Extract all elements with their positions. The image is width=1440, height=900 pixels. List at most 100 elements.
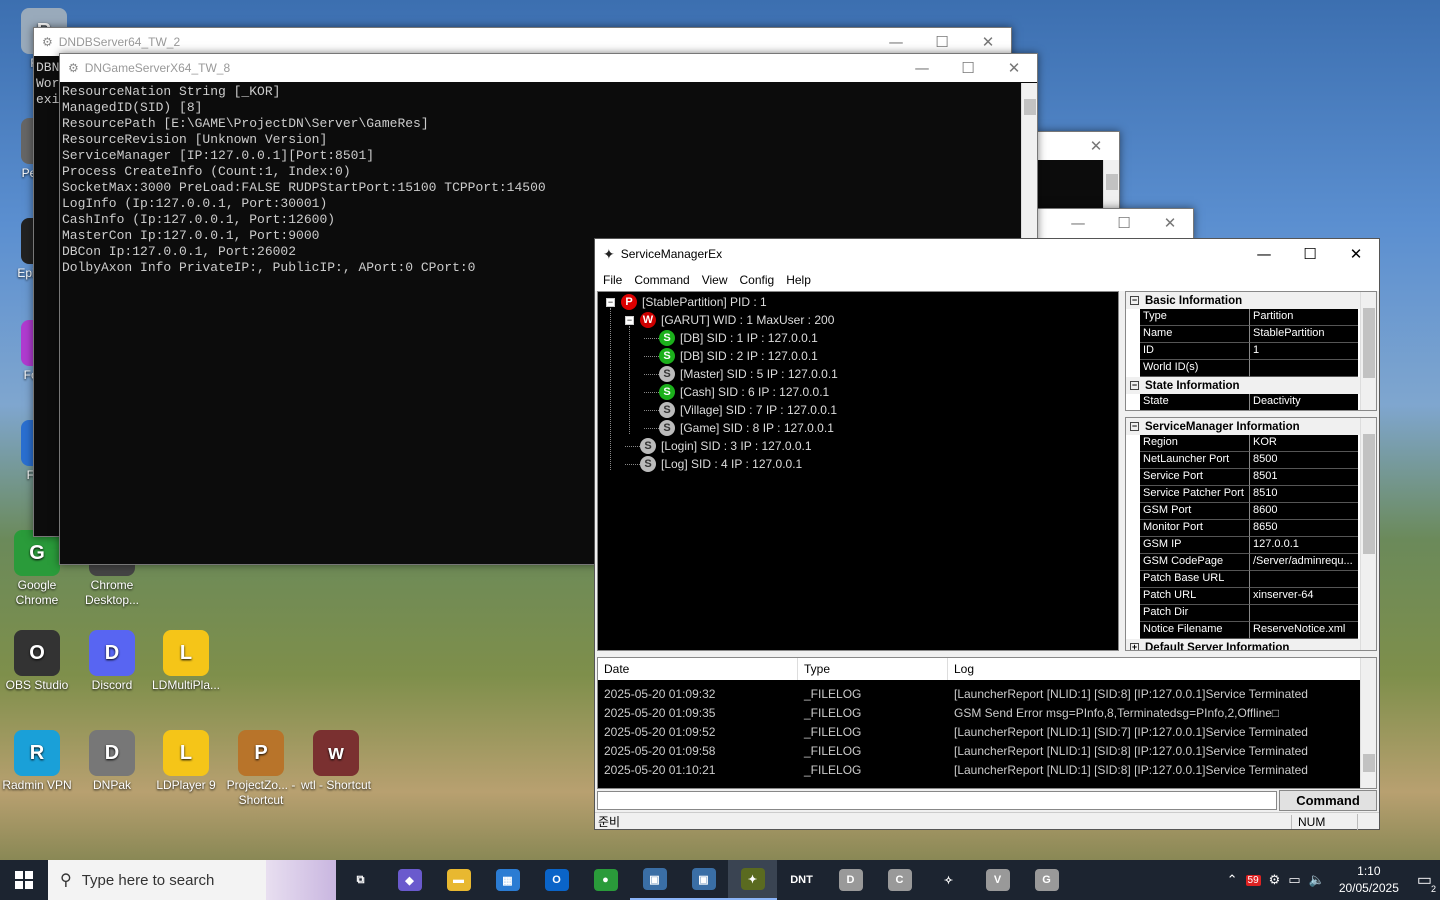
property-row[interactable]: GSM Port 8600 [1140,503,1376,520]
maximize-button[interactable]: ☐ [945,54,991,82]
property-value[interactable]: 127.0.0.1 [1250,537,1358,554]
desktop-icon[interactable]: D DNPak [76,730,148,793]
property-row[interactable]: GSM CodePage/Server/adminrequ... [1140,554,1376,571]
grid-scrollbar[interactable] [1360,292,1376,410]
property-row[interactable]: Name StablePartition [1140,326,1376,343]
tree-node[interactable]: S [Game] SID : 8 IP : 127.0.0.1 [644,419,834,437]
tray-app-icon[interactable]: ⚙ [1269,872,1281,888]
property-row[interactable]: Patch URL xinserver-64 [1140,588,1376,605]
menu-view[interactable]: View [696,273,734,287]
col-date[interactable]: Date [598,658,798,680]
tree-node[interactable]: S [DB] SID : 2 IP : 127.0.0.1 [644,347,818,365]
clock[interactable]: 1:10 20/05/2025 [1339,863,1399,897]
property-value[interactable] [1250,360,1358,377]
console-app-2-taskbar-button[interactable]: ▣ [679,860,728,900]
volume-icon[interactable]: 🔈 [1309,872,1325,888]
close-button[interactable]: ✕ [965,28,1011,56]
grid-scrollbar[interactable] [1360,418,1376,650]
log-row[interactable]: 2025-05-20 01:09:52 _FILELOG [LauncherRepo… [598,722,1376,741]
category-basic-information[interactable]: − Basic Information [1126,292,1376,309]
property-row[interactable]: World ID(s) [1140,360,1376,377]
tree-node[interactable]: − P [StablePartition] PID : 1 [606,293,767,311]
log-table[interactable]: Date Type Log 2025-05-20 01:09:32 _FILELO… [597,657,1377,789]
start-button[interactable] [0,860,48,900]
tray-badge[interactable]: 59 [1245,874,1261,886]
collapse-toggle[interactable]: − [625,315,634,325]
servicemanager-info-grid[interactable]: − ServiceManager Information Region KOR Net… [1125,417,1377,651]
log-row[interactable]: 2025-05-20 01:09:58 _FILELOG [LauncherRepo… [598,741,1376,760]
chrome-taskbar-button[interactable]: ● [581,860,630,900]
property-row[interactable]: Region KOR [1140,435,1376,452]
tree-node[interactable]: S [Master] SID : 5 IP : 127.0.0.1 [644,365,838,383]
desktop-icon[interactable]: L LDPlayer 9 [150,730,222,793]
col-log[interactable]: Log [948,658,1376,680]
minimize-button[interactable]: — [873,28,919,56]
close-button[interactable]: ✕ [1073,132,1119,160]
desktop-icon[interactable]: D Discord [76,630,148,693]
maximize-button[interactable]: ☐ [1287,240,1333,268]
servicemanager-taskbar-button[interactable]: ✦ [728,860,777,900]
desktop-icon[interactable]: w wtl - Shortcut [300,730,372,793]
category-servicemanager-information[interactable]: − ServiceManager Information [1126,418,1376,435]
console-app-taskbar-button[interactable]: ▣ [630,860,679,900]
basic-info-grid[interactable]: − Basic Information Type Partition Name Stab… [1125,291,1377,411]
tree-node[interactable]: S [Village] SID : 7 IP : 127.0.0.1 [644,401,837,419]
property-row[interactable]: Service Patcher Port 8510 [1140,486,1376,503]
db-server-titlebar[interactable]: ⚙ DNDBServer64_TW_2 — ☐ ✕ [34,28,1011,56]
col-type[interactable]: Type [798,658,948,680]
tree-node[interactable]: S [Cash] SID : 6 IP : 127.0.0.1 [644,383,829,401]
property-value[interactable]: Partition [1250,309,1358,326]
desktop-icon[interactable]: R Radmin VPN [1,730,73,793]
game-server-titlebar[interactable]: ⚙ DNGameServerX64_TW_8 — ☐ ✕ [60,54,1037,82]
chevron-up-icon[interactable]: ⌃ [1227,872,1238,888]
close-button[interactable]: ✕ [1147,209,1193,237]
property-value[interactable]: ReserveNotice.xml [1250,622,1358,639]
property-value[interactable] [1250,571,1358,588]
menu-command[interactable]: Command [628,273,695,287]
collapse-toggle[interactable]: − [606,297,615,307]
tree-node[interactable]: − W [GARUT] WID : 1 MaxUser : 200 [625,311,834,329]
close-button[interactable]: ✕ [991,54,1037,82]
property-value[interactable] [1250,605,1358,622]
property-value[interactable]: 8650 [1250,520,1358,537]
desktop-icon[interactable]: O OBS Studio [1,630,73,693]
tree-node[interactable]: S [Log] SID : 4 IP : 127.0.0.1 [625,455,802,473]
tree-node[interactable]: S [DB] SID : 1 IP : 127.0.0.1 [644,329,818,347]
dnt-taskbar-button[interactable]: DNT [777,860,826,900]
desktop-icon[interactable]: L LDMultiPla... [150,630,222,693]
background-window-2[interactable]: — ☐ ✕ [1036,208,1194,242]
property-value[interactable]: StablePartition [1250,326,1358,343]
property-row[interactable]: NetLauncher Port 8500 [1140,452,1376,469]
property-row[interactable]: Patch Dir [1140,605,1376,622]
v-app-taskbar-button[interactable]: V [973,860,1022,900]
property-row[interactable]: Notice Filename ReserveNotice.xml [1140,622,1376,639]
maximize-button[interactable]: ☐ [1101,209,1147,237]
category-state-information[interactable]: − State Information [1126,377,1376,394]
log-row[interactable]: 2025-05-20 01:10:21 _FILELOG [LauncherRepo… [598,760,1376,779]
log-row[interactable]: 2025-05-20 01:09:35 _FILELOG GSM Send Erro… [598,703,1376,722]
minimize-button[interactable]: — [899,54,945,82]
file-explorer-taskbar-button[interactable]: ▬ [434,860,483,900]
menu-file[interactable]: File [597,273,628,287]
command-button[interactable]: Command [1279,790,1377,811]
property-row[interactable]: State Deactivity [1140,394,1376,410]
copilot-taskbar-button[interactable]: ◆ [385,860,434,900]
smx-titlebar[interactable]: ✦ ServiceManagerEx — ☐ ✕ [595,239,1379,269]
property-value[interactable]: /Server/adminrequ... [1250,554,1358,571]
property-value[interactable]: 8600 [1250,503,1358,520]
dnpak-taskbar-button[interactable]: ✧ [924,860,973,900]
property-value[interactable]: 8501 [1250,469,1358,486]
close-button[interactable]: ✕ [1333,240,1379,268]
property-value[interactable]: 1 [1250,343,1358,360]
store-taskbar-button[interactable]: ▦ [483,860,532,900]
property-value[interactable]: 8510 [1250,486,1358,503]
property-row[interactable]: GSM IP 127.0.0.1 [1140,537,1376,554]
property-row[interactable]: ID 1 [1140,343,1376,360]
property-value[interactable]: Deactivity [1250,394,1358,410]
property-value[interactable]: xinserver-64 [1250,588,1358,605]
tree-node[interactable]: S [Login] SID : 3 IP : 127.0.0.1 [625,437,812,455]
c-app-taskbar-button[interactable]: C [875,860,924,900]
server-tree[interactable]: − P [StablePartition] PID : 1− W [GARUT] WID… [597,291,1119,651]
property-value[interactable]: 8500 [1250,452,1358,469]
search-box[interactable]: ⚲ Type here to search [48,860,336,900]
